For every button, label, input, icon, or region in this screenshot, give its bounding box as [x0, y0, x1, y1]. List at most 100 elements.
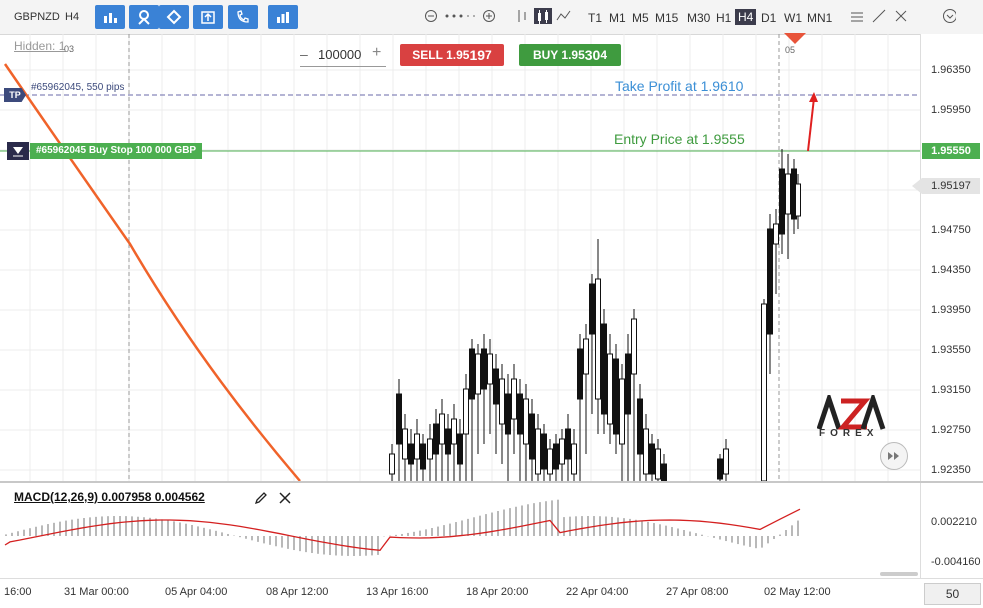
candle-body	[773, 223, 779, 245]
zoom-level-value: 50	[945, 587, 960, 601]
entry-arrow	[807, 97, 815, 152]
price-tick: 1.92750	[931, 424, 971, 436]
price-axis[interactable]: 1.96350 1.95950 1.94750 1.94350 1.93950 …	[920, 34, 983, 481]
candle-body	[535, 428, 541, 475]
candlestick-chart[interactable]	[0, 34, 920, 481]
symbol-label[interactable]: GBPNZD	[14, 11, 60, 23]
candle-body	[589, 283, 595, 335]
price-tick: 1.92350	[931, 464, 971, 476]
take-profit-order: #65962045, 550 pips	[31, 82, 125, 93]
tf-m15[interactable]: M15	[655, 11, 678, 25]
price-tick: 1.95950	[931, 104, 971, 116]
lot-size-stepper[interactable]: – 100000 +	[300, 44, 386, 67]
candle-body	[625, 353, 631, 415]
tf-w1[interactable]: W1	[784, 11, 802, 25]
order-menu-button[interactable]	[7, 142, 29, 160]
time-tick: 18 Apr 20:00	[466, 586, 529, 598]
candle-body	[637, 398, 643, 455]
close-icon[interactable]	[894, 8, 908, 24]
take-profit-label: Take Profit at 1.9610	[615, 78, 744, 94]
candle-body	[469, 348, 475, 400]
scroll-to-end-button[interactable]	[880, 442, 908, 470]
candle-body	[408, 443, 414, 465]
bars-icon[interactable]	[515, 8, 529, 24]
chart-grid-icon	[277, 12, 289, 23]
arrow-down-icon	[13, 147, 23, 157]
zoom-level-button[interactable]: 50	[924, 583, 981, 605]
sell-button[interactable]: SELL 1.95 19 7	[400, 44, 504, 66]
lot-size-value[interactable]: 100000	[318, 47, 361, 62]
close-icon[interactable]	[278, 491, 292, 505]
lot-minus-button[interactable]: –	[300, 46, 308, 62]
entry-price-label: Entry Price at 1.9555	[614, 131, 745, 147]
macd-title[interactable]: MACD(12,26,9) 0.007958 0.004562	[14, 490, 205, 504]
zoom-out-icon[interactable]	[424, 8, 438, 24]
current-price-badge: 1.95197	[912, 178, 980, 194]
time-tick: 27 Apr 08:00	[666, 586, 729, 598]
candles-icon[interactable]	[534, 8, 552, 24]
templates-button[interactable]	[193, 5, 223, 29]
time-axis[interactable]: 16:00 31 Mar 00:00 05 Apr 04:00 08 Apr 1…	[0, 578, 983, 608]
line-chart-icon[interactable]	[556, 8, 572, 24]
buy-button[interactable]: BUY 1.95 30 4	[519, 44, 621, 66]
trend-line-icon[interactable]	[872, 8, 886, 24]
zoom-slider-icon[interactable]	[444, 8, 478, 24]
objects-button[interactable]	[159, 5, 189, 29]
macd-axis: 0.002210 -0.004160	[920, 483, 983, 578]
event-marker-icon[interactable]	[782, 33, 808, 45]
tf-h4[interactable]: H4	[735, 9, 757, 25]
candle-body	[767, 228, 773, 335]
zoom-in-icon[interactable]	[482, 8, 496, 24]
buy-price-big: 30	[584, 47, 601, 63]
time-tick: 22 Apr 04:00	[566, 586, 629, 598]
market-watch-button[interactable]	[268, 5, 298, 29]
tf-m30[interactable]: M30	[687, 11, 710, 25]
period-label[interactable]: H4	[65, 11, 79, 23]
settings-icon[interactable]	[942, 8, 956, 24]
chart-type-button[interactable]	[95, 5, 125, 29]
tf-m5[interactable]: M5	[632, 11, 649, 25]
tf-mn1[interactable]: MN1	[807, 11, 832, 25]
sell-price-big: 19	[469, 47, 486, 63]
candle-body	[607, 353, 613, 425]
take-profit-tag[interactable]: TP	[4, 88, 26, 102]
candle-body	[420, 443, 426, 470]
entry-arrow-head	[809, 92, 818, 102]
tf-m1[interactable]: M1	[609, 11, 626, 25]
candle-body	[761, 303, 767, 481]
buy-price-small: 4	[600, 48, 608, 62]
sell-price-small: 7	[485, 48, 492, 62]
candle-body	[463, 388, 469, 435]
candle-body	[439, 413, 445, 445]
candle-body	[433, 423, 439, 455]
candle-body	[427, 438, 433, 460]
price-chart[interactable]	[0, 34, 920, 481]
candle-body	[487, 353, 493, 385]
candle-body	[559, 438, 565, 465]
logo-forex-text: FOREX	[819, 428, 879, 439]
candle-body	[643, 428, 649, 475]
candle-body	[655, 448, 661, 480]
time-tick: 16:00	[4, 586, 32, 598]
candle-body	[493, 368, 499, 405]
signals-button[interactable]	[228, 5, 258, 29]
pending-order-tag[interactable]: #65962045 Buy Stop 100 000 GBP	[30, 143, 203, 159]
candle-body	[457, 433, 463, 465]
hidden-objects-label[interactable]: Hidden: 1	[14, 39, 65, 53]
macd-tick: 0.002210	[931, 516, 977, 528]
lot-plus-button[interactable]: +	[372, 44, 381, 62]
tf-t1[interactable]: T1	[588, 11, 602, 25]
candle-body	[565, 428, 571, 460]
candle-body	[396, 393, 402, 445]
moving-average-line	[3, 63, 301, 481]
candle-body	[389, 453, 395, 475]
candle-body	[613, 358, 619, 435]
tf-h1[interactable]: H1	[716, 11, 731, 25]
pencil-icon[interactable]	[254, 491, 268, 505]
horizontal-line-icon[interactable]	[850, 8, 864, 24]
tf-d1[interactable]: D1	[761, 11, 776, 25]
candle-body	[481, 348, 487, 390]
indicators-button[interactable]	[129, 5, 159, 29]
macd-tick: -0.004160	[931, 556, 981, 568]
horizontal-scrollbar[interactable]	[880, 572, 918, 576]
